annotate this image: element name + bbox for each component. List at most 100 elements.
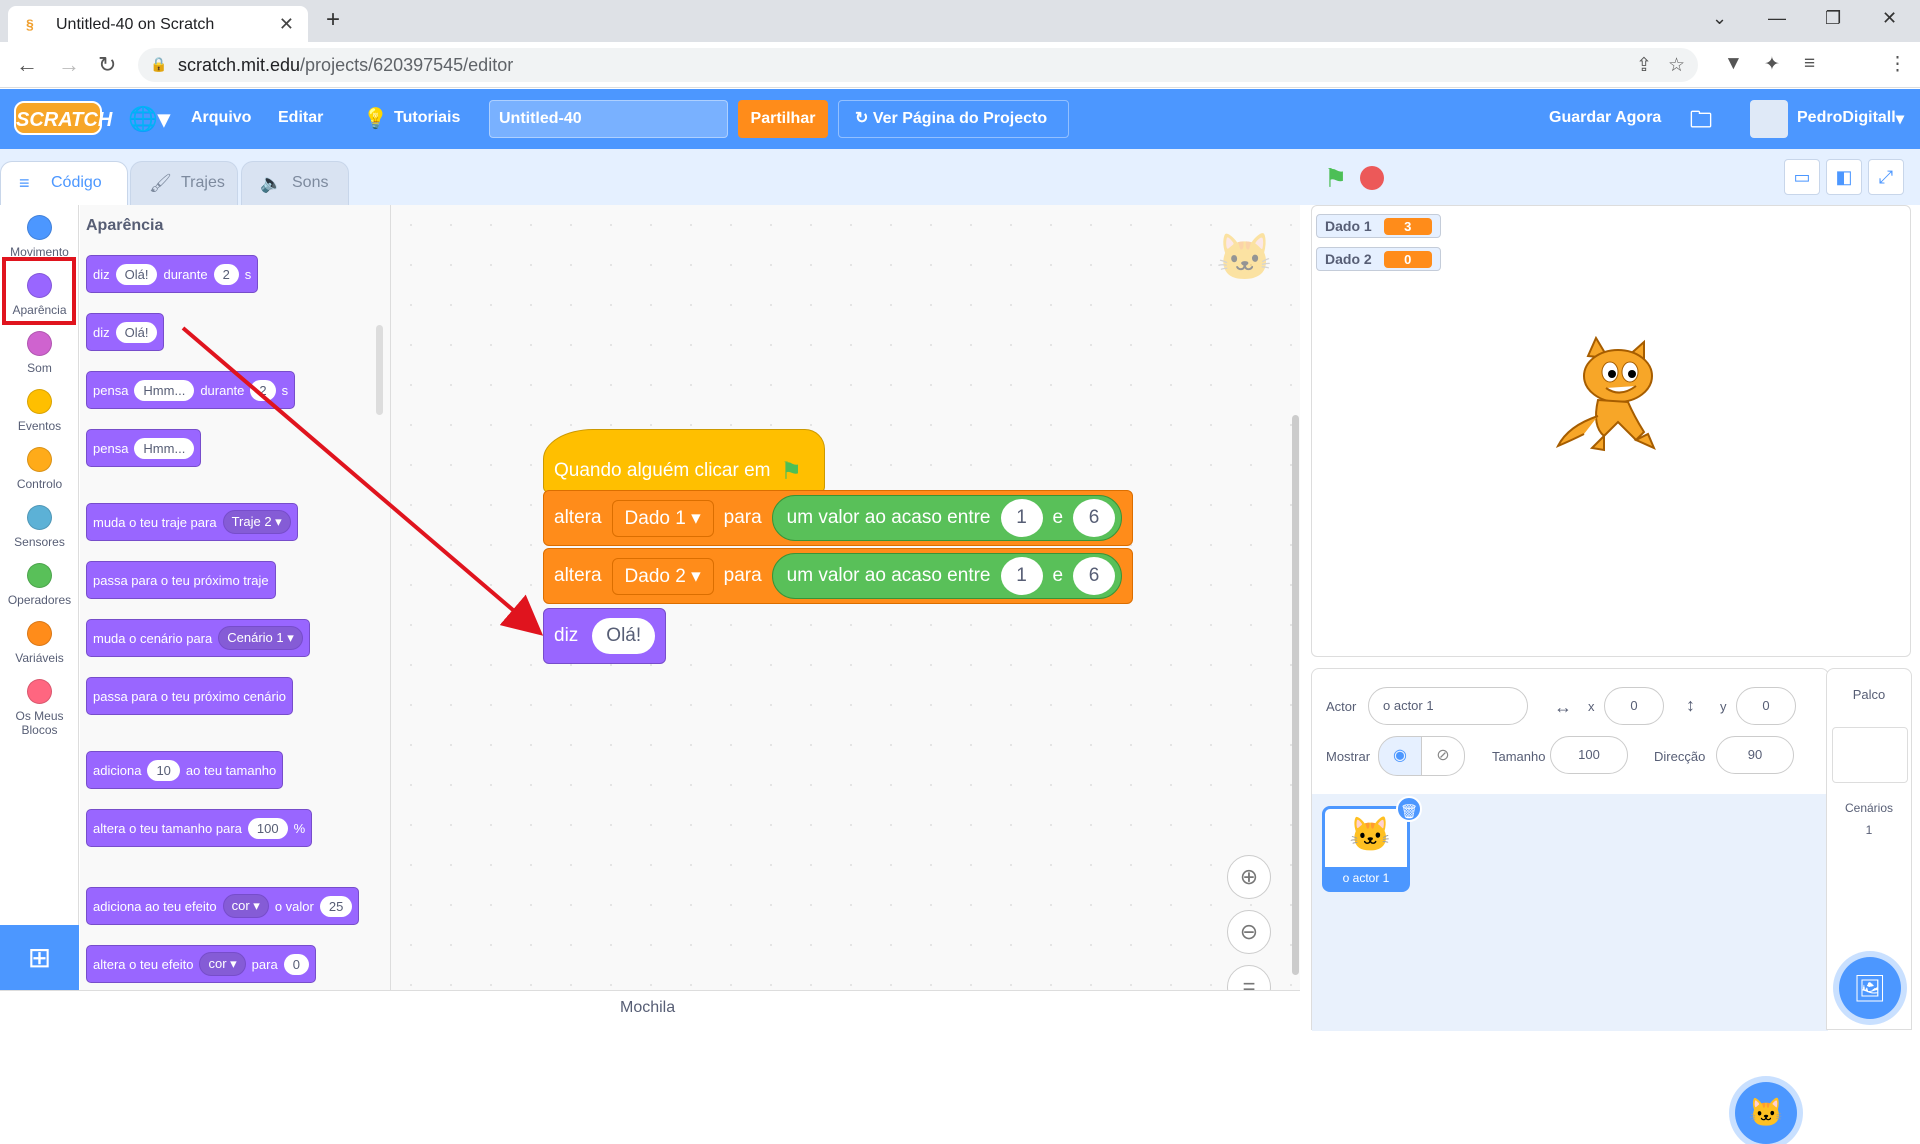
address-bar[interactable]: 🔒 scratch.mit.edu/projects/620397545/edi… (138, 48, 1698, 82)
backdrop-thumbnail[interactable] (1832, 727, 1908, 783)
script-block-say[interactable]: diz Olá! (543, 608, 667, 664)
variable-dropdown[interactable]: Dado 1 ▾ (611, 499, 714, 537)
block-input[interactable]: 100 (247, 817, 288, 839)
bookmark-star-icon[interactable]: ☆ (1668, 54, 1685, 77)
see-project-page-button[interactable]: ↻ Ver Página do Projecto (838, 100, 1069, 138)
palette-block-switch-backdrop[interactable]: muda o cenário para Cenário 1 ▾ (86, 619, 310, 657)
palette-block-set-effect[interactable]: altera o teu efeito cor ▾ para 0 (86, 945, 316, 983)
fullscreen-icon[interactable]: ⤢ (1868, 159, 1904, 195)
reload-icon[interactable]: ↻ (98, 52, 116, 78)
show-eye-icon[interactable]: ◉ (1378, 736, 1422, 776)
add-backdrop-image-icon[interactable]: 🖼 (1839, 957, 1901, 1019)
block-input[interactable]: 2 (250, 379, 276, 401)
block-dropdown[interactable]: cor ▾ (199, 952, 246, 976)
small-stage-icon[interactable]: ▭ (1784, 159, 1820, 195)
add-sprite-cat-icon[interactable]: 🐱 (1735, 1082, 1797, 1144)
menu-edit[interactable]: Editar (278, 109, 323, 127)
palette-block-next-backdrop[interactable]: passa para o teu próximo cenário (86, 677, 293, 715)
block-dropdown[interactable]: Cenário 1 ▾ (218, 626, 303, 650)
scratch-cat-sprite-icon[interactable] (1548, 336, 1678, 466)
palette-block-change-size[interactable]: adiciona 10 ao teu tamanho (86, 751, 284, 789)
block-input[interactable]: 10 (147, 759, 180, 781)
backpack-bar[interactable]: Mochila (0, 990, 1300, 1030)
script-block-set-dado-2[interactable]: altera Dado 2 ▾ para um valor ao acaso e… (543, 548, 1134, 604)
username-menu[interactable]: PedroDigitall (1797, 109, 1896, 127)
category-events[interactable]: Eventos (0, 389, 79, 433)
random-max-input[interactable]: 6 (1073, 499, 1116, 537)
sprite-thumbnail[interactable]: 🐱 o actor 1 (1322, 806, 1410, 892)
menu-tutorials[interactable]: Tutoriais (394, 109, 460, 127)
script-scrollbar[interactable] (1292, 415, 1299, 975)
category-operators[interactable]: Operadores (0, 563, 79, 607)
scratch-logo[interactable]: SCRATCH (14, 101, 112, 135)
block-input[interactable]: 2 (213, 263, 239, 285)
minimize-icon[interactable]: — (1768, 8, 1786, 29)
add-extension-button[interactable]: ⊞ (0, 925, 79, 990)
script-area[interactable]: 🐱 Quando alguém clicar em ⚑ altera Dado 1… (391, 205, 1300, 990)
share-button[interactable]: Partilhar (738, 100, 828, 138)
browser-tab[interactable]: § Untitled-40 on Scratch ✕ (8, 6, 308, 42)
palette-block-think-for-secs[interactable]: pensa Hmm... durante 2 s (86, 371, 296, 409)
green-flag-icon[interactable]: ⚑ (1324, 163, 1347, 194)
x-input[interactable]: 0 (1604, 687, 1664, 725)
pick-random-block[interactable]: um valor ao acaso entre 1 e 6 (771, 553, 1123, 599)
y-input[interactable]: 0 (1736, 687, 1796, 725)
block-input[interactable]: Hmm... (134, 379, 195, 401)
palette-block-say-for-secs[interactable]: diz Olá! durante 2 s (86, 255, 259, 293)
palette-block-set-size[interactable]: altera o teu tamanho para 100% (86, 809, 313, 847)
stop-icon[interactable] (1360, 166, 1384, 190)
category-sensing[interactable]: Sensores (0, 505, 79, 549)
palette-scrollbar[interactable] (376, 325, 383, 415)
hide-eye-icon[interactable]: ⊘ (1421, 736, 1465, 776)
forward-icon[interactable]: → (58, 52, 80, 78)
restore-icon[interactable]: ❐ (1825, 8, 1841, 29)
direction-input[interactable]: 90 (1716, 736, 1794, 774)
say-text-input[interactable]: Olá! (592, 618, 656, 654)
new-tab-icon[interactable]: + (326, 6, 340, 34)
menu-file[interactable]: Arquivo (191, 109, 251, 127)
normal-stage-icon[interactable]: ◧ (1826, 159, 1862, 195)
lightbulb-icon[interactable]: 💡 (363, 106, 388, 131)
pick-random-block[interactable]: um valor ao acaso entre 1 e 6 (771, 495, 1123, 541)
save-now-button[interactable]: Guardar Agora (1549, 109, 1661, 127)
palette-block-think[interactable]: pensa Hmm... (86, 429, 202, 467)
delete-sprite-trash-icon[interactable]: 🗑 (1396, 796, 1422, 822)
block-input[interactable]: Hmm... (134, 437, 195, 459)
account-chevron-down-icon[interactable]: ▾ (1896, 109, 1904, 129)
browser-menu-icon[interactable]: ⋮ (1888, 53, 1907, 76)
close-tab-icon[interactable]: ✕ (279, 14, 294, 35)
media-control-icon[interactable]: ≡ (1804, 53, 1815, 75)
palette-block-say[interactable]: diz Olá! (86, 313, 165, 351)
share-page-icon[interactable]: ⇪ (1636, 54, 1652, 77)
palette-block-next-costume[interactable]: passa para o teu próximo traje (86, 561, 276, 599)
category-control[interactable]: Controlo (0, 447, 79, 491)
random-min-input[interactable]: 1 (1000, 499, 1043, 537)
close-window-icon[interactable]: ✕ (1882, 8, 1897, 29)
palette-block-change-effect[interactable]: adiciona ao teu efeito cor ▾ o valor 25 (86, 887, 360, 925)
extension-icon[interactable]: ▼ (1724, 53, 1743, 75)
size-input[interactable]: 100 (1550, 736, 1628, 774)
tab-sounds[interactable]: 🔈 Sons (241, 161, 349, 205)
category-sound[interactable]: Som (0, 331, 79, 375)
category-my-blocks[interactable]: Os Meus Blocos (0, 679, 79, 737)
block-input[interactable]: 25 (319, 895, 353, 917)
script-block-set-dado-1[interactable]: altera Dado 1 ▾ para um valor ao acaso e… (543, 490, 1134, 546)
category-variables[interactable]: Variáveis (0, 621, 79, 665)
tab-search-icon[interactable]: ⌄ (1712, 8, 1727, 29)
block-dropdown[interactable]: cor ▾ (222, 894, 269, 918)
project-title-input[interactable]: Untitled-40 (489, 100, 728, 138)
zoom-in-icon[interactable]: ⊕ (1227, 855, 1271, 899)
variable-monitor[interactable]: Dado 1 3 (1316, 214, 1441, 238)
back-icon[interactable]: ← (16, 52, 38, 78)
actor-name-input[interactable]: o actor 1 (1368, 687, 1528, 725)
category-motion[interactable]: Movimento (0, 215, 79, 259)
block-dropdown[interactable]: Traje 2 ▾ (222, 510, 291, 534)
puzzle-extensions-icon[interactable]: ✦ (1764, 53, 1780, 76)
zoom-out-icon[interactable]: ⊖ (1227, 910, 1271, 954)
tab-code[interactable]: ≡ Código (0, 161, 128, 205)
stage-canvas[interactable]: Dado 1 3 Dado 2 0 (1311, 205, 1911, 657)
script-hat-when-flag-clicked[interactable]: Quando alguém clicar em ⚑ (543, 429, 825, 493)
tab-costumes[interactable]: 🖌 Trajes (130, 161, 238, 205)
zoom-reset-icon[interactable]: = (1227, 965, 1271, 990)
block-input[interactable]: 0 (283, 953, 309, 975)
